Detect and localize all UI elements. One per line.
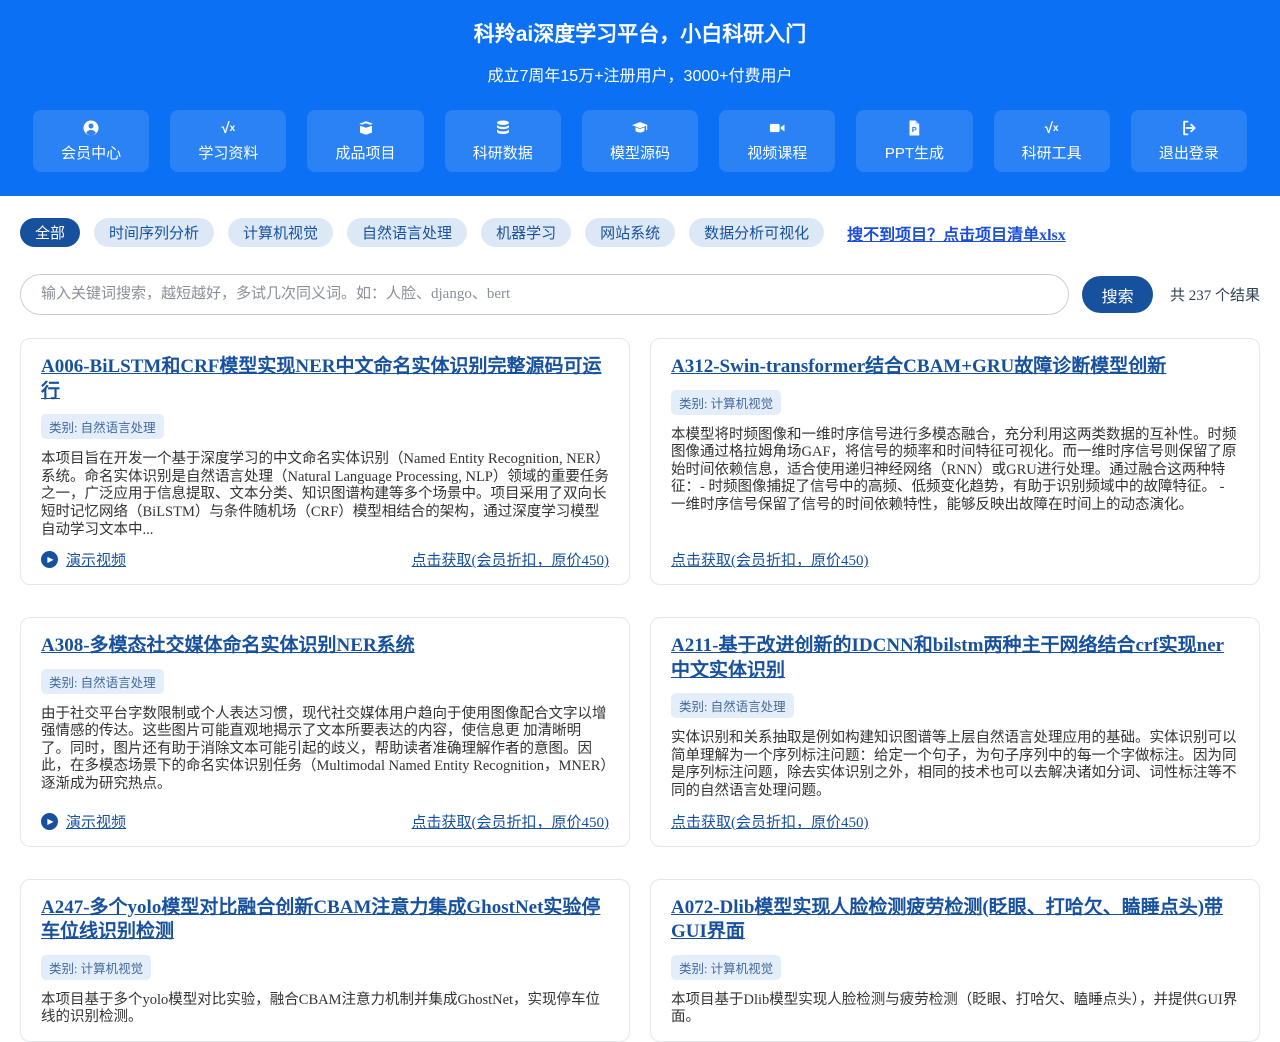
- project-description: 本模型将时频图像和一维时序信号进行多模态融合，充分利用这两类数据的互补性。时频图…: [671, 427, 1239, 515]
- page-title: 科羚ai深度学习平台，小白科研入门: [0, 22, 1280, 47]
- nav-label: PPT生成: [885, 142, 944, 163]
- project-card: A247-多个yolo模型对比融合创新CBAM注意力集成GhostNet实验停车…: [20, 879, 630, 1042]
- project-card: A312-Swin-transformer结合CBAM+GRU故障诊断模型创新 …: [650, 338, 1260, 585]
- category-badge: 类别: 计算机视觉: [671, 390, 781, 415]
- nav-study-material[interactable]: √x 学习资料: [170, 110, 286, 172]
- filter-tag-data-viz[interactable]: 数据分析可视化: [689, 218, 824, 247]
- project-description: 本项目旨在开发一个基于深度学习的中文命名实体识别（Named Entity Re…: [41, 451, 609, 539]
- filter-tag-machine-learning[interactable]: 机器学习: [481, 218, 571, 247]
- nav-label: 科研数据: [473, 142, 533, 163]
- nav-ppt-generate[interactable]: P PPT生成: [856, 110, 972, 172]
- nav-label: 科研工具: [1022, 142, 1082, 163]
- project-title-link[interactable]: A312-Swin-transformer结合CBAM+GRU故障诊断模型创新: [671, 355, 1239, 380]
- video-camera-icon: [768, 119, 786, 137]
- filter-tag-time-series[interactable]: 时间序列分析: [94, 218, 214, 247]
- category-badge: 类别: 自然语言处理: [671, 693, 794, 718]
- project-title-link[interactable]: A308-多模态社交媒体命名实体识别NER系统: [41, 634, 609, 659]
- search-input[interactable]: [20, 274, 1069, 315]
- page-subtitle: 成立7周年15万+注册用户，3000+付费用户: [0, 67, 1280, 86]
- project-list-xlsx-link[interactable]: 搜不到项目？点击项目清单xlsx: [847, 221, 1066, 245]
- get-project-link[interactable]: 点击获取(会员折扣，原价450): [671, 811, 869, 832]
- filter-tag-all[interactable]: 全部: [20, 218, 80, 247]
- project-title-link[interactable]: A006-BiLSTM和CRF模型实现NER中文命名实体识别完整源码可运行: [41, 355, 609, 404]
- nav-label: 视频课程: [747, 142, 807, 163]
- sqrt-icon: √x: [1045, 119, 1059, 137]
- database-icon: [494, 119, 512, 137]
- result-count: 共 237 个结果: [1170, 284, 1260, 305]
- category-badge: 类别: 自然语言处理: [41, 414, 164, 439]
- project-title-link[interactable]: A247-多个yolo模型对比融合创新CBAM注意力集成GhostNet实验停车…: [41, 896, 609, 945]
- project-card-grid: A006-BiLSTM和CRF模型实现NER中文命名实体识别完整源码可运行 类别…: [20, 338, 1260, 1042]
- nav-label: 学习资料: [198, 142, 258, 163]
- card-footer: 点击获取(会员折扣，原价450): [671, 801, 1239, 832]
- svg-text:P: P: [912, 125, 917, 134]
- sign-out-icon: [1180, 119, 1198, 137]
- header: 科羚ai深度学习平台，小白科研入门 成立7周年15万+注册用户，3000+付费用…: [0, 0, 1280, 196]
- project-description: 本项目基于多个yolo模型对比实验，融合CBAM注意力机制并集成GhostNet…: [41, 992, 609, 1027]
- project-description: 本项目基于Dlib模型实现人脸检测与疲劳检测（眨眼、打哈欠、瞌睡点头），并提供G…: [671, 992, 1239, 1027]
- nav-research-data[interactable]: 科研数据: [445, 110, 561, 172]
- sqrt-icon: √x: [221, 119, 235, 137]
- nav-member-center[interactable]: 会员中心: [33, 110, 149, 172]
- project-card: A006-BiLSTM和CRF模型实现NER中文命名实体识别完整源码可运行 类别…: [20, 338, 630, 585]
- nav-label: 退出登录: [1159, 142, 1219, 163]
- user-circle-icon: [82, 119, 100, 137]
- get-project-link[interactable]: 点击获取(会员折扣，原价450): [412, 549, 610, 570]
- category-filter-row: 全部 时间序列分析 计算机视觉 自然语言处理 机器学习 网站系统 数据分析可视化…: [20, 218, 1260, 247]
- main-content: 全部 时间序列分析 计算机视觉 自然语言处理 机器学习 网站系统 数据分析可视化…: [0, 218, 1280, 1042]
- demo-video-link[interactable]: ▶ 演示视频: [41, 549, 126, 570]
- project-card: A072-Dlib模型实现人脸检测疲劳检测(眨眼、打哈欠、瞌睡点头)带GUI界面…: [650, 879, 1260, 1042]
- card-footer: ▶ 演示视频 点击获取(会员折扣，原价450): [41, 801, 609, 832]
- get-project-link[interactable]: 点击获取(会员折扣，原价450): [412, 811, 610, 832]
- main-nav: 会员中心 √x 学习资料 成品项目 科研数据 模型源码: [0, 110, 1280, 172]
- graduation-cap-icon: [631, 119, 649, 137]
- card-footer: 点击获取(会员折扣，原价450): [671, 539, 1239, 570]
- category-badge: 类别: 自然语言处理: [41, 669, 164, 694]
- nav-research-tools[interactable]: √x 科研工具: [994, 110, 1110, 172]
- card-footer: ▶ 演示视频 点击获取(会员折扣，原价450): [41, 539, 609, 570]
- file-ppt-icon: P: [905, 119, 923, 137]
- demo-video-link[interactable]: ▶ 演示视频: [41, 811, 126, 832]
- filter-tag-website-system[interactable]: 网站系统: [585, 218, 675, 247]
- project-description: 由于社交平台字数限制或个人表达习惯，现代社交媒体用户趋向于使用图像配合文字以增强…: [41, 706, 609, 794]
- nav-label: 成品项目: [336, 142, 396, 163]
- project-card: A308-多模态社交媒体命名实体识别NER系统 类别: 自然语言处理 由于社交平…: [20, 617, 630, 847]
- filter-tag-computer-vision[interactable]: 计算机视觉: [228, 218, 333, 247]
- box-open-icon: [357, 119, 375, 137]
- get-project-link[interactable]: 点击获取(会员折扣，原价450): [671, 549, 869, 570]
- nav-label: 会员中心: [61, 142, 121, 163]
- nav-logout[interactable]: 退出登录: [1131, 110, 1247, 172]
- category-badge: 类别: 计算机视觉: [671, 955, 781, 980]
- search-row: 搜索 共 237 个结果: [20, 274, 1260, 315]
- search-button[interactable]: 搜索: [1082, 276, 1153, 313]
- nav-finished-projects[interactable]: 成品项目: [307, 110, 423, 172]
- project-card: A211-基于改进创新的IDCNN和bilstm两种主干网络结合crf实现ner…: [650, 617, 1260, 847]
- nav-label: 模型源码: [610, 142, 670, 163]
- project-title-link[interactable]: A211-基于改进创新的IDCNN和bilstm两种主干网络结合crf实现ner…: [671, 634, 1239, 683]
- play-icon: ▶: [41, 551, 58, 568]
- category-badge: 类别: 计算机视觉: [41, 955, 151, 980]
- nav-model-source[interactable]: 模型源码: [582, 110, 698, 172]
- filter-tag-nlp[interactable]: 自然语言处理: [347, 218, 467, 247]
- nav-video-courses[interactable]: 视频课程: [719, 110, 835, 172]
- project-description: 实体识别和关系抽取是例如构建知识图谱等上层自然语言处理应用的基础。实体识别可以简…: [671, 730, 1239, 800]
- project-title-link[interactable]: A072-Dlib模型实现人脸检测疲劳检测(眨眼、打哈欠、瞌睡点头)带GUI界面: [671, 896, 1239, 945]
- play-icon: ▶: [41, 813, 58, 830]
